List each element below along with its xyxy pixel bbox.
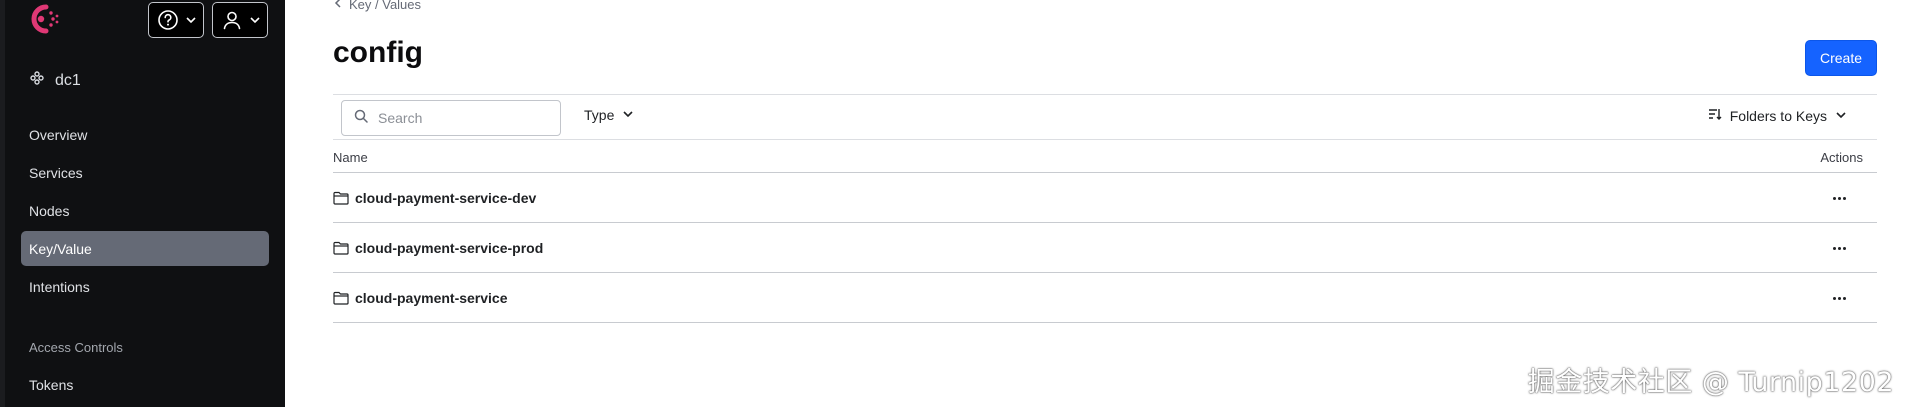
create-button[interactable]: Create bbox=[1805, 40, 1877, 76]
sidebar-item-label: Key/Value bbox=[29, 240, 92, 257]
folder-icon bbox=[333, 191, 349, 205]
datacenter-icon bbox=[29, 70, 45, 91]
sidebar: dc1 Overview Services Nodes Key/Value In… bbox=[0, 0, 285, 407]
user-menu-button[interactable] bbox=[212, 2, 268, 38]
search-box[interactable] bbox=[341, 100, 561, 136]
chevron-down-icon bbox=[249, 14, 261, 26]
table-row[interactable]: cloud-payment-service-dev bbox=[333, 173, 1877, 223]
help-menu-button[interactable] bbox=[148, 2, 204, 38]
main-content: Key / Values config Create Type bbox=[285, 0, 1906, 407]
chevron-left-icon bbox=[333, 0, 343, 12]
row-key-name: cloud-payment-service bbox=[355, 289, 508, 306]
row-actions-more-icon[interactable] bbox=[1829, 189, 1849, 207]
type-filter-dropdown[interactable]: Type bbox=[584, 107, 634, 123]
section-heading-access-controls: Access Controls bbox=[29, 340, 123, 355]
sort-label: Folders to Keys bbox=[1729, 107, 1827, 124]
table-row[interactable]: cloud-payment-service bbox=[333, 273, 1877, 323]
row-key-name: cloud-payment-service-prod bbox=[355, 239, 544, 256]
datacenter-label: dc1 bbox=[55, 71, 81, 89]
table-header: Name Actions bbox=[333, 140, 1877, 173]
column-header-actions: Actions bbox=[1820, 150, 1863, 165]
sidebar-item-label: Nodes bbox=[29, 202, 70, 219]
sidebar-item-services[interactable]: Services bbox=[21, 155, 269, 190]
sort-icon bbox=[1708, 107, 1722, 124]
sidebar-edge bbox=[0, 0, 5, 407]
sort-dropdown[interactable]: Folders to Keys bbox=[1708, 107, 1847, 124]
sidebar-item-intentions[interactable]: Intentions bbox=[21, 269, 269, 304]
sidebar-item-tokens[interactable]: Tokens bbox=[21, 367, 269, 402]
chevron-down-icon bbox=[185, 14, 197, 26]
watermark: 掘金技术社区 @ Turnip1202 bbox=[1527, 367, 1894, 398]
chevron-down-icon bbox=[1835, 108, 1847, 124]
chevron-down-icon bbox=[622, 107, 634, 123]
folder-icon bbox=[333, 291, 349, 305]
kv-table: Name Actions cloud-payment-service-dev c… bbox=[333, 140, 1877, 323]
sidebar-item-nodes[interactable]: Nodes bbox=[21, 193, 269, 228]
datacenter-selector[interactable]: dc1 bbox=[29, 70, 81, 91]
row-key-name: cloud-payment-service-dev bbox=[355, 189, 537, 206]
search-input[interactable] bbox=[378, 110, 538, 126]
sidebar-item-label: Overview bbox=[29, 126, 88, 143]
sidebar-item-label: Intentions bbox=[29, 278, 90, 295]
page-title: config bbox=[333, 36, 423, 69]
folder-icon bbox=[333, 241, 349, 255]
sidebar-item-overview[interactable]: Overview bbox=[21, 117, 269, 152]
filter-toolbar: Type Folders to Keys bbox=[333, 94, 1877, 140]
help-icon bbox=[157, 9, 179, 31]
row-actions-more-icon[interactable] bbox=[1829, 289, 1849, 307]
sidebar-item-label: Services bbox=[29, 164, 83, 181]
user-icon bbox=[221, 9, 243, 31]
row-actions-more-icon[interactable] bbox=[1829, 239, 1849, 257]
type-filter-label: Type bbox=[584, 107, 615, 123]
table-row[interactable]: cloud-payment-service-prod bbox=[333, 223, 1877, 273]
sidebar-item-label: Tokens bbox=[29, 376, 74, 393]
column-header-name: Name bbox=[333, 150, 368, 165]
breadcrumb-link[interactable]: Key / Values bbox=[349, 0, 421, 12]
sidebar-item-key-value[interactable]: Key/Value bbox=[21, 231, 269, 266]
consul-logo-icon[interactable] bbox=[22, 1, 62, 37]
search-icon bbox=[354, 109, 368, 128]
breadcrumb[interactable]: Key / Values bbox=[333, 0, 421, 12]
